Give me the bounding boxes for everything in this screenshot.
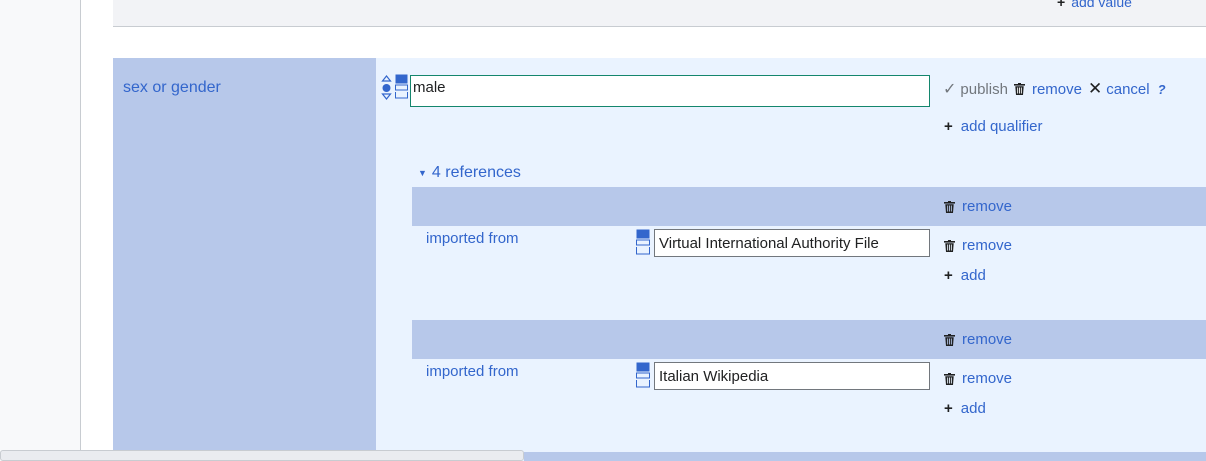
remove-label: remove bbox=[1031, 80, 1082, 98]
references-toggle[interactable]: ▼ 4 references bbox=[418, 164, 521, 182]
value-input[interactable] bbox=[410, 75, 930, 107]
cancel-button[interactable]: ✕ cancel bbox=[1088, 79, 1150, 99]
plus-icon: + bbox=[944, 118, 953, 135]
trash-icon bbox=[944, 200, 955, 213]
reference-header: remove bbox=[412, 187, 1206, 226]
trash-icon bbox=[1013, 83, 1025, 95]
reference-body: imported from remove + add bbox=[412, 226, 1206, 310]
reference-header: remove bbox=[412, 320, 1206, 359]
publish-label: publish bbox=[960, 80, 1008, 98]
reference-remove-button[interactable]: remove bbox=[944, 198, 1012, 215]
reference-add-link[interactable]: + add bbox=[944, 267, 986, 284]
add-qualifier-link[interactable]: + add qualifier bbox=[944, 118, 1043, 135]
snak-type-icon[interactable] bbox=[636, 362, 650, 390]
statement-toolbar: ✓ publish remove ✕ cancel ? bbox=[943, 79, 1166, 99]
next-reference-header bbox=[524, 452, 1206, 461]
check-icon: ✓ bbox=[943, 81, 957, 98]
add-qualifier-label: add qualifier bbox=[960, 118, 1043, 135]
snak-type-icon[interactable] bbox=[395, 74, 408, 102]
remove-button[interactable]: remove bbox=[1013, 80, 1082, 98]
snak-remove-label: remove bbox=[962, 370, 1013, 387]
reference-property-label[interactable]: imported from bbox=[426, 363, 519, 380]
snak-type-icon[interactable] bbox=[636, 229, 650, 257]
reference-add-link[interactable]: + add bbox=[944, 400, 986, 417]
help-link[interactable]: ? bbox=[1158, 82, 1166, 97]
snak-remove-button[interactable]: remove bbox=[944, 237, 1012, 254]
snak-remove-button[interactable]: remove bbox=[944, 370, 1012, 387]
trash-icon bbox=[944, 239, 955, 252]
reference-remove-label: remove bbox=[962, 198, 1013, 215]
reference-remove-button[interactable]: remove bbox=[944, 331, 1012, 348]
snak-remove-label: remove bbox=[962, 237, 1013, 254]
triangle-down-icon: ▼ bbox=[418, 168, 427, 178]
property-column: sex or gender bbox=[113, 58, 376, 461]
horizontal-scrollbar[interactable] bbox=[0, 450, 524, 461]
add-value-label: add value bbox=[1071, 0, 1132, 10]
publish-button[interactable]: ✓ publish bbox=[943, 79, 1008, 99]
property-label[interactable]: sex or gender bbox=[123, 79, 221, 97]
reference-remove-label: remove bbox=[962, 331, 1013, 348]
reference-body: imported from remove + add bbox=[412, 359, 1206, 443]
reference-add-label: add bbox=[960, 400, 986, 417]
reference-value-input[interactable] bbox=[654, 229, 930, 257]
plus-icon: + bbox=[1057, 0, 1066, 10]
references-toggle-label: 4 references bbox=[431, 164, 521, 181]
plus-icon: + bbox=[944, 400, 953, 417]
trash-icon bbox=[944, 333, 955, 346]
plus-icon: + bbox=[944, 267, 953, 284]
reference-value-input[interactable] bbox=[654, 362, 930, 390]
trash-icon bbox=[944, 372, 955, 385]
rank-selector-icon[interactable] bbox=[381, 74, 392, 102]
previous-statement-block: + add value bbox=[113, 0, 1206, 27]
left-gutter bbox=[0, 0, 81, 461]
add-value-link[interactable]: + add value bbox=[1057, 0, 1132, 10]
reference-property-label[interactable]: imported from bbox=[426, 230, 519, 247]
close-icon: ✕ bbox=[1087, 79, 1103, 98]
cancel-label: cancel bbox=[1106, 80, 1150, 98]
reference-add-label: add bbox=[960, 267, 986, 284]
